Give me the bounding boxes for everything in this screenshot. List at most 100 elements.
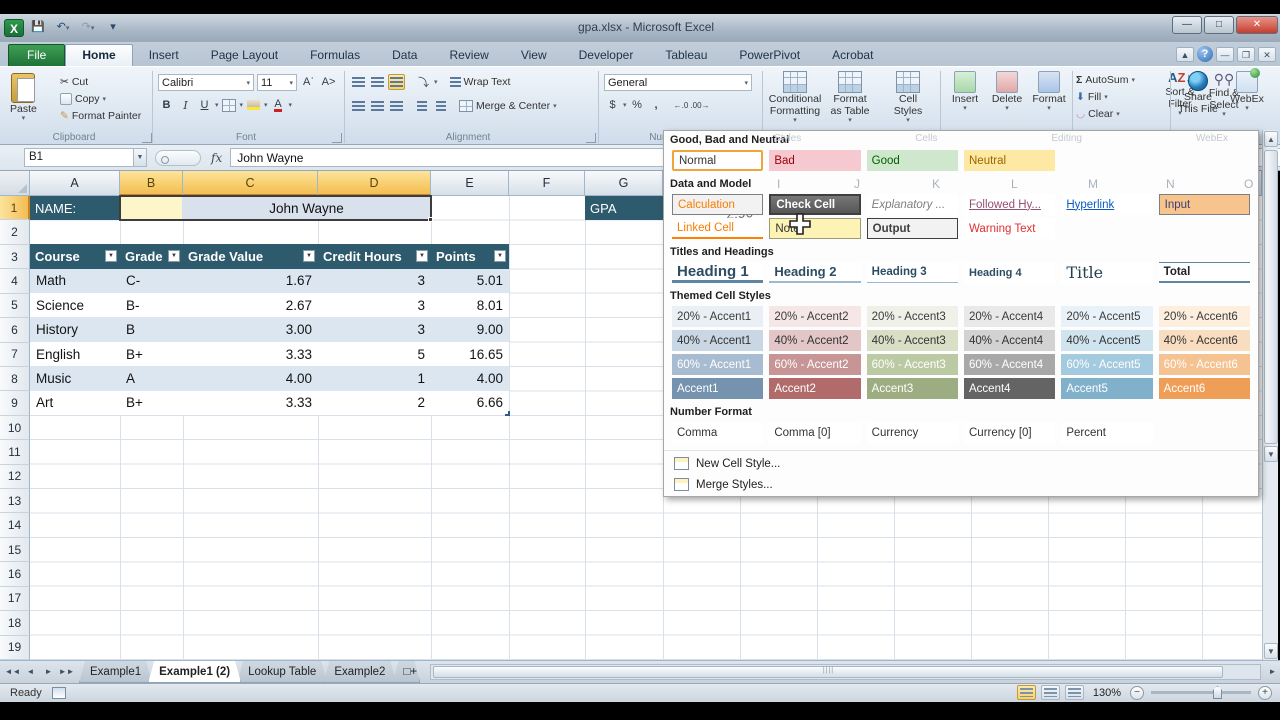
autosum-button[interactable]: ΣAutoSum▾ (1076, 71, 1135, 88)
style-check-cell[interactable]: Check Cell (769, 194, 860, 215)
tab-file[interactable]: File (8, 44, 65, 66)
delete-cells-button[interactable]: Delete▾ (986, 69, 1028, 115)
style-explanatory[interactable]: Explanatory ... (867, 194, 958, 215)
style-neutral[interactable]: Neutral (964, 150, 1055, 171)
clipboard-dialog-launcher[interactable] (142, 133, 152, 143)
zoom-slider-thumb[interactable] (1213, 686, 1222, 699)
increase-indent-icon[interactable] (432, 98, 449, 114)
cell-course[interactable]: Math (30, 269, 120, 293)
cell-points[interactable]: 5.01 (431, 269, 509, 293)
themed-style-swatch[interactable]: 60% - Accent6 (1159, 354, 1250, 375)
cell-points[interactable]: 9.00 (431, 317, 509, 341)
first-sheet-icon[interactable]: ◄◄ (4, 664, 21, 681)
format-cells-button[interactable]: Format▾ (1028, 69, 1070, 115)
fill-color-button[interactable] (245, 97, 262, 113)
decrease-indent-icon[interactable] (413, 98, 430, 114)
row-header[interactable]: 4 (0, 269, 30, 293)
workbook-close-button[interactable]: ✕ (1258, 47, 1276, 62)
column-header-b[interactable]: B (120, 171, 183, 196)
row-header[interactable]: 10 (0, 416, 30, 440)
cell-grade-value[interactable]: 2.67 (183, 293, 318, 317)
cell-points[interactable]: 4.00 (431, 366, 509, 390)
cell-course[interactable]: Art (30, 391, 120, 415)
ribbon-tab[interactable]: Data (376, 45, 433, 66)
italic-button[interactable]: I (177, 97, 194, 113)
new-cell-style-item[interactable]: New Cell Style... (668, 453, 1254, 474)
style-note[interactable]: Note (769, 218, 860, 239)
style-output[interactable]: Output (867, 218, 958, 239)
horizontal-scrollbar[interactable]: |||| (430, 664, 1261, 680)
align-center-icon[interactable] (369, 98, 386, 114)
themed-style-swatch[interactable]: Accent3 (867, 378, 958, 399)
sheet-tab-example2[interactable]: Example2 (323, 661, 396, 683)
next-sheet-icon[interactable]: ► (40, 664, 57, 681)
scroll-up-icon[interactable]: ▲ (1264, 131, 1278, 147)
insert-worksheet-icon[interactable]: □+ (392, 661, 420, 683)
column-header-f[interactable]: F (509, 171, 585, 196)
cell-grade-value[interactable]: 3.33 (183, 342, 318, 366)
themed-style-swatch[interactable]: 20% - Accent5 (1061, 306, 1152, 327)
cell-credit-hours[interactable]: 3 (318, 269, 431, 293)
excel-app-icon[interactable]: X (4, 19, 24, 37)
align-right-icon[interactable] (388, 98, 405, 114)
ribbon-tab[interactable]: Formulas (294, 45, 376, 66)
themed-style-swatch[interactable]: 40% - Accent2 (769, 330, 860, 351)
name-box-dropdown-icon[interactable]: ▼ (134, 148, 147, 167)
cell-points[interactable]: 8.01 (431, 293, 509, 317)
font-dialog-launcher[interactable] (332, 133, 342, 143)
ribbon-tab[interactable]: Tableau (649, 45, 723, 66)
style-hyperlink[interactable]: Hyperlink (1061, 194, 1152, 215)
sheet-tab-example1-2[interactable]: Example1 (2) (148, 661, 241, 683)
themed-style-swatch[interactable]: 20% - Accent6 (1159, 306, 1250, 327)
save-button[interactable]: 💾 (27, 19, 49, 37)
cell-grade[interactable]: B+ (120, 391, 183, 415)
column-header-a[interactable]: A (30, 171, 120, 196)
cell-styles-button[interactable]: Cell Styles▾ (882, 69, 934, 127)
themed-style-swatch[interactable]: 40% - Accent6 (1159, 330, 1250, 351)
themed-style-swatch[interactable]: Accent2 (769, 378, 860, 399)
themed-style-swatch[interactable]: 60% - Accent3 (867, 354, 958, 375)
row-header[interactable]: 17 (0, 587, 30, 611)
cell-course[interactable]: History (30, 317, 120, 341)
column-header-c[interactable]: C (183, 171, 318, 196)
header-grade[interactable]: Grade▼ (120, 244, 183, 268)
ribbon-tab[interactable]: Review (433, 45, 504, 66)
cell-grade-value[interactable]: 1.67 (183, 269, 318, 293)
row-header[interactable]: 16 (0, 562, 30, 586)
filter-icon[interactable]: ▼ (105, 250, 117, 262)
page-layout-view-icon[interactable] (1041, 685, 1060, 700)
redo-button[interactable]: ↷▾ (77, 19, 99, 37)
cell-course[interactable]: English (30, 342, 120, 366)
conditional-formatting-button[interactable]: Conditional Formatting▾ (766, 69, 824, 127)
style-good[interactable]: Good (867, 150, 958, 171)
row-header[interactable]: 14 (0, 513, 30, 537)
format-as-table-button[interactable]: Format as Table▾ (824, 69, 876, 127)
row-header[interactable]: 13 (0, 489, 30, 513)
themed-style-swatch[interactable]: Accent4 (964, 378, 1055, 399)
number-format-style[interactable]: Comma (672, 422, 763, 443)
accounting-format-button[interactable]: $ (604, 97, 621, 113)
cell-course[interactable]: Music (30, 366, 120, 390)
font-color-button[interactable]: A (270, 97, 287, 113)
scroll-right-icon[interactable]: ► (1265, 664, 1280, 681)
tab-home[interactable]: Home (65, 44, 132, 66)
table-row[interactable]: History B 3.00 3 9.00 (30, 317, 509, 341)
cell-grade[interactable]: B+ (120, 342, 183, 366)
copy-button[interactable]: Copy▾ (60, 90, 141, 107)
cell-grade[interactable]: A (120, 366, 183, 390)
zoom-slider[interactable] (1151, 691, 1251, 694)
font-size-combo[interactable]: 11▾ (257, 74, 297, 91)
grow-font-button[interactable]: Aʾ (300, 74, 317, 90)
themed-style-swatch[interactable]: 20% - Accent4 (964, 306, 1055, 327)
themed-style-swatch[interactable]: Accent6 (1159, 378, 1250, 399)
cell-grade[interactable]: C- (120, 269, 183, 293)
table-row[interactable]: Math C- 1.67 3 5.01 (30, 269, 509, 293)
alignment-dialog-launcher[interactable] (586, 133, 596, 143)
themed-style-swatch[interactable]: 60% - Accent1 (672, 354, 763, 375)
table-row[interactable]: English B+ 3.33 5 16.65 (30, 342, 509, 366)
table-row[interactable]: Art B+ 3.33 2 6.66 (30, 391, 509, 415)
column-header-g[interactable]: G (585, 171, 663, 196)
header-grade-value[interactable]: Grade Value▼ (183, 244, 318, 268)
vertical-scroll-thumb[interactable] (1264, 150, 1278, 444)
row-header[interactable]: 1 (0, 196, 30, 220)
